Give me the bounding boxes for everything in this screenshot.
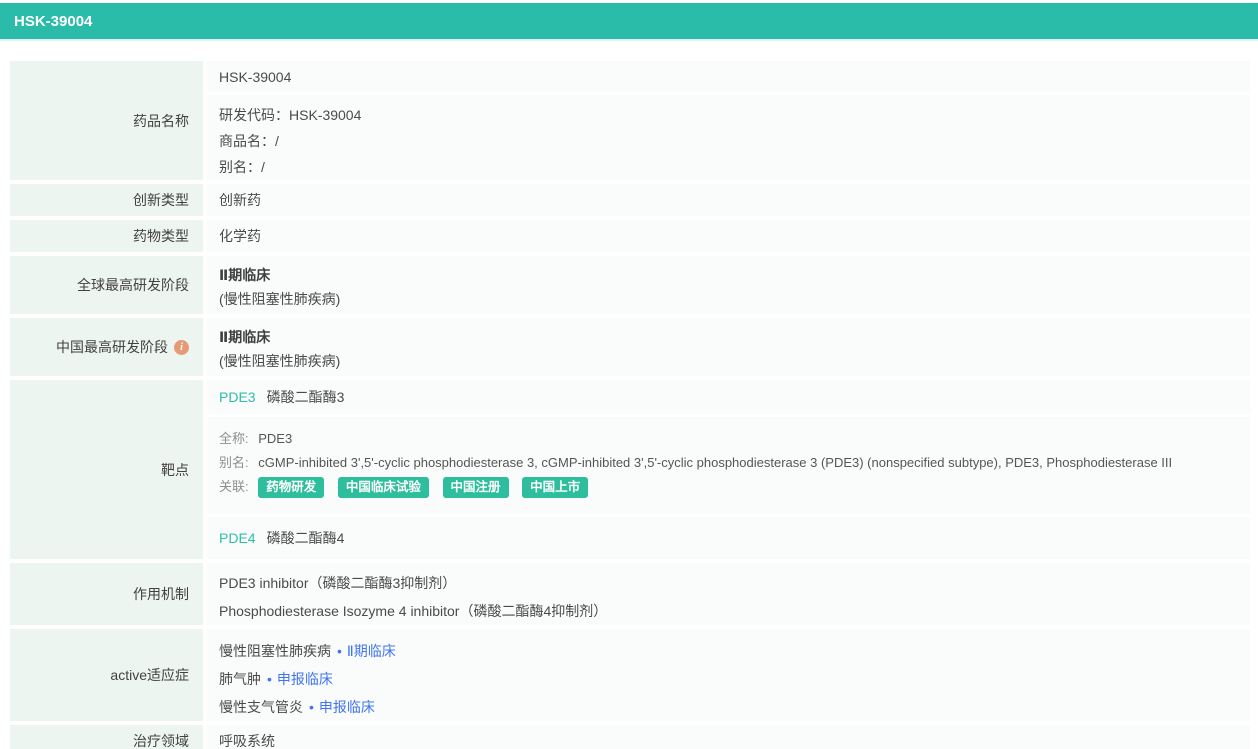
row-mechanism: 作用机制 PDE3 inhibitor（磷酸二酯酶3抑制剂） Phosphodi… [10, 563, 1250, 625]
row-drug-type: 药物类型 化学药 [10, 220, 1250, 252]
target-detail-block: 全称: PDE3 别名: cGMP-inhibited 3',5'-cyclic… [207, 417, 1250, 514]
field-trade-name: 商品名：/ [219, 133, 279, 149]
row-label-therapeutic-area: 治疗领域 [10, 725, 203, 749]
target-link-pde4[interactable]: PDE4 [219, 530, 256, 546]
page-title: HSK-39004 [14, 12, 93, 30]
mechanism-value: PDE3 inhibitor（磷酸二酯酶3抑制剂） Phosphodiester… [207, 563, 1250, 625]
drug-name-fields: 研发代码：HSK-39004 商品名：/ 别名：/ [207, 95, 1250, 180]
row-label-target: 靶点 [10, 380, 203, 559]
mechanism-item: PDE3 inhibitor（磷酸二酯酶3抑制剂） [219, 575, 457, 591]
bullet-separator: • [309, 699, 314, 715]
target-alias-line: 别名: cGMP-inhibited 3',5'-cyclic phosphod… [219, 455, 1173, 470]
row-active-indications: active适应症 慢性阻塞性肺疾病 • Ⅱ期临床 肺气肿 • 申报临床 慢性支气管炎 •… [10, 629, 1250, 721]
row-therapeutic-area: 治疗领域 呼吸系统 [10, 725, 1250, 749]
relation-tag-cn-clinical-trials[interactable]: 中国临床试验 [337, 477, 429, 498]
row-label-china-stage: 中国最高研发阶段 i [10, 318, 203, 376]
field-rd-code: 研发代码：HSK-39004 [219, 107, 362, 123]
row-target: 靶点 PDE3 磷酸二酯酶3 全称: PDE3 别名: cGMP-inhibit… [10, 380, 1250, 559]
global-stage-value: Ⅱ期临床 (慢性阻塞性肺疾病) [207, 256, 1250, 314]
global-stage-phase: Ⅱ期临床 [219, 267, 271, 283]
row-drug-name: 药品名称 HSK-39004 研发代码：HSK-39004 商品名：/ 别名：/ [10, 61, 1250, 180]
row-label-mechanism: 作用机制 [10, 563, 203, 625]
row-label-drug-type: 药物类型 [10, 220, 203, 252]
indication-disease: 慢性阻塞性肺疾病 [219, 643, 331, 659]
mechanism-item: Phosphodiesterase Isozyme 4 inhibitor（磷酸… [219, 603, 608, 619]
china-stage-indication: (慢性阻塞性肺疾病) [219, 353, 341, 369]
relation-tag-drug-rd[interactable]: 药物研发 [258, 477, 325, 498]
row-label-active-indications: active适应症 [10, 629, 203, 721]
info-icon[interactable]: i [174, 339, 189, 355]
drug-primary-name: HSK-39004 [207, 61, 1250, 92]
china-stage-phase: Ⅱ期临床 [219, 329, 271, 345]
row-global-stage: 全球最高研发阶段 Ⅱ期临床 (慢性阻塞性肺疾病) [10, 256, 1250, 314]
indication-disease: 肺气肿 [219, 671, 261, 687]
bullet-separator: • [337, 643, 342, 659]
row-label-innovation-type: 创新类型 [10, 184, 203, 216]
bullet-separator: • [267, 671, 272, 687]
indication-disease: 慢性支气管炎 [219, 699, 303, 715]
row-label-drug-name: 药品名称 [10, 61, 203, 180]
target-name-pde3: 磷酸二酯酶3 [266, 389, 345, 405]
field-alias: 别名：/ [219, 159, 265, 175]
target-full-name-line: 全称: PDE3 [219, 431, 293, 446]
target-link-pde3[interactable]: PDE3 [219, 389, 256, 405]
relation-tag-cn-marketed[interactable]: 中国上市 [522, 477, 589, 498]
indication-status-link[interactable]: 申报临床 [319, 699, 375, 715]
row-innovation-type: 创新类型 创新药 [10, 184, 1250, 216]
global-stage-indication: (慢性阻塞性肺疾病) [219, 291, 341, 307]
drug-info-table: 药品名称 HSK-39004 研发代码：HSK-39004 商品名：/ 别名：/… [10, 61, 1250, 749]
therapeutic-area-value: 呼吸系统 [207, 725, 1250, 749]
active-indications-value: 慢性阻塞性肺疾病 • Ⅱ期临床 肺气肿 • 申报临床 慢性支气管炎 • 申报临床 [207, 629, 1250, 721]
row-china-stage: 中国最高研发阶段 i Ⅱ期临床 (慢性阻塞性肺疾病) [10, 318, 1250, 376]
indication-status-link[interactable]: 申报临床 [277, 671, 333, 687]
china-stage-value: Ⅱ期临床 (慢性阻塞性肺疾病) [207, 318, 1250, 376]
indication-status-link[interactable]: Ⅱ期临床 [347, 643, 396, 659]
target-name-pde4: 磷酸二酯酶4 [266, 530, 345, 546]
relation-tag-cn-registration[interactable]: 中国注册 [442, 477, 509, 498]
indication-item: 慢性支气管炎 • 申报临床 [219, 693, 1250, 721]
innovation-type-value: 创新药 [207, 184, 1250, 216]
target-pde3-line: PDE3 磷酸二酯酶3 [207, 380, 1250, 414]
indication-item: 肺气肿 • 申报临床 [219, 665, 1250, 693]
page-header: HSK-39004 [0, 3, 1258, 41]
indication-item: 慢性阻塞性肺疾病 • Ⅱ期临床 [219, 637, 1250, 665]
drug-type-value: 化学药 [207, 220, 1250, 252]
row-label-global-stage: 全球最高研发阶段 [10, 256, 203, 314]
target-pde4-line: PDE4 磷酸二酯酶4 [207, 517, 1250, 559]
target-relation-line: 关联: 药物研发 中国临床试验 中国注册 中国上市 [219, 475, 1250, 499]
